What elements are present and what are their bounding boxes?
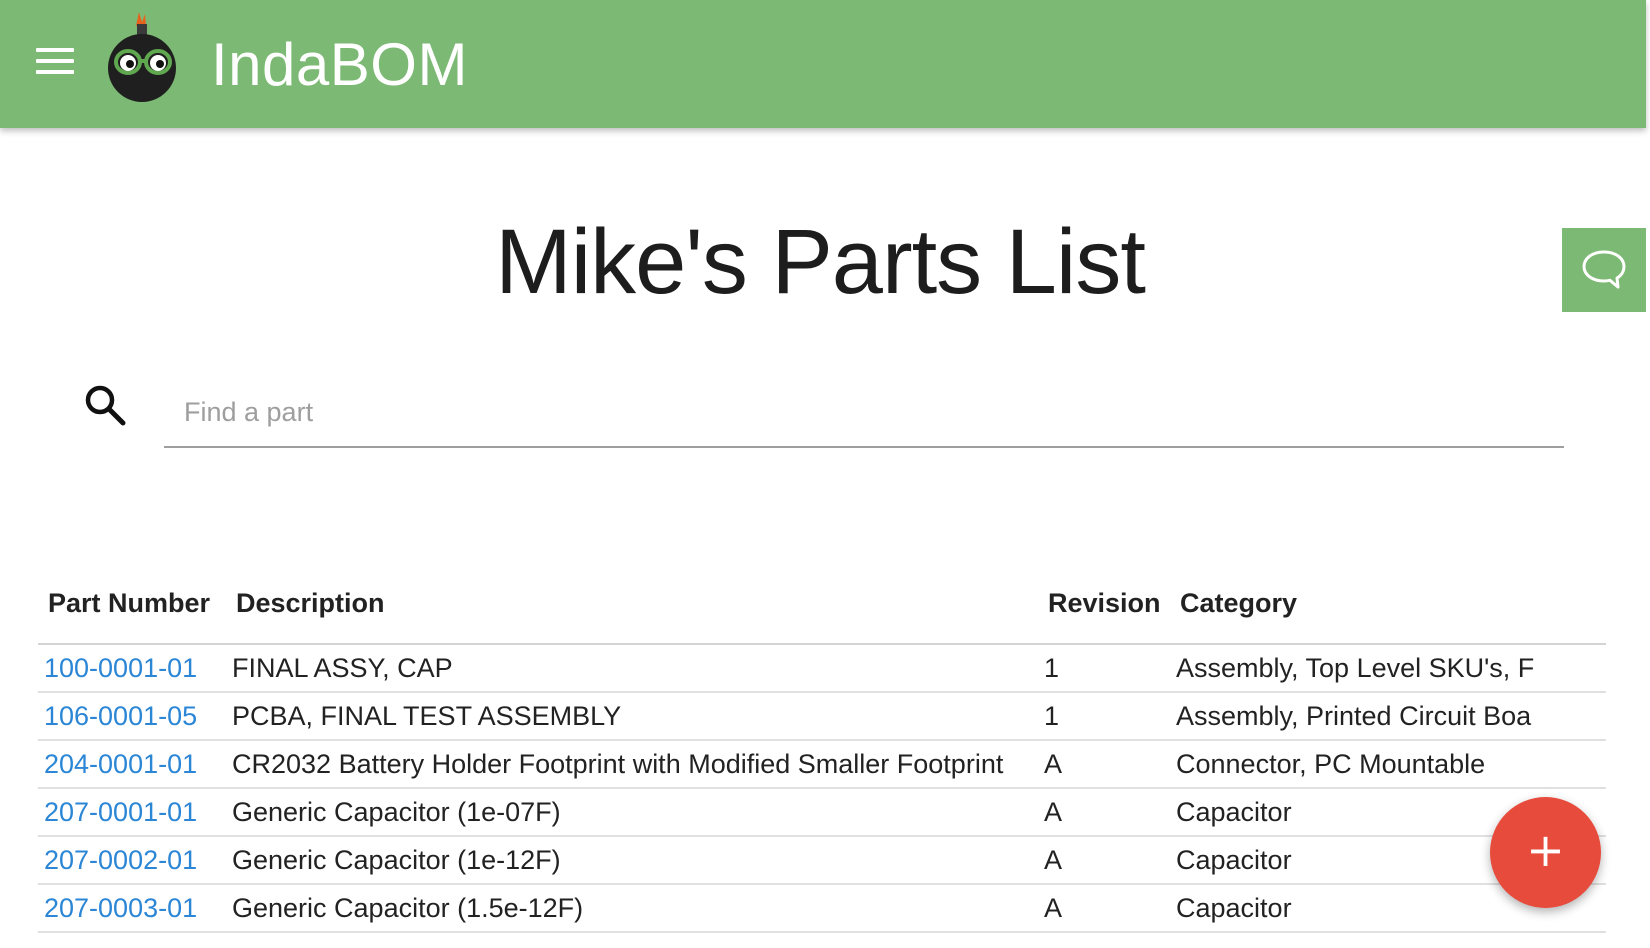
part-description: FINAL ASSY, CAP [226,644,1038,693]
hamburger-menu-icon[interactable] [36,48,76,80]
table-row[interactable]: 207-0002-01 Generic Capacitor (1e-12F) A… [38,836,1606,885]
indabom-logo-icon[interactable] [106,6,190,110]
table-row[interactable]: 100-0001-01 FINAL ASSY, CAP 1 Assembly, … [38,644,1606,693]
search-input[interactable] [164,378,1564,448]
part-revision: 1 [1038,644,1170,693]
part-revision: A [1038,740,1170,789]
part-number-link[interactable]: 207-0003-01 [44,893,197,923]
column-header-category[interactable]: Category [1170,580,1606,645]
chat-bubble-icon [1582,250,1626,289]
part-description: Generic Capacitor (1e-12F) [226,836,1038,885]
part-category: Connector, PC Mountable [1170,740,1606,789]
table-header-row: Part Number Description Revision Categor… [38,580,1606,645]
parts-table: Part Number Description Revision Categor… [38,580,1606,933]
add-part-button[interactable]: + [1490,797,1601,908]
part-description: Generic Capacitor (1.5e-12F) [226,884,1038,933]
table-row[interactable]: 207-0003-01 Generic Capacitor (1.5e-12F)… [38,884,1606,933]
table-row[interactable]: 207-0001-01 Generic Capacitor (1e-07F) A… [38,788,1606,837]
part-revision: A [1038,788,1170,837]
page-title: Mike's Parts List [495,211,1146,313]
part-description: CR2032 Battery Holder Footprint with Mod… [226,740,1038,789]
part-number-link[interactable]: 100-0001-01 [44,653,197,683]
part-category: Assembly, Top Level SKU's, F [1170,644,1606,693]
part-revision: A [1038,884,1170,933]
table-row[interactable]: 204-0001-01 CR2032 Battery Holder Footpr… [38,740,1606,789]
column-header-description[interactable]: Description [226,580,1038,645]
part-number-link[interactable]: 204-0001-01 [44,749,197,779]
part-number-link[interactable]: 106-0001-05 [44,701,197,731]
app-name[interactable]: IndaBOM [211,30,468,99]
part-revision: A [1038,836,1170,885]
part-revision: 1 [1038,692,1170,741]
search-icon [85,385,126,426]
part-category: Assembly, Printed Circuit Boa [1170,692,1606,741]
feedback-button[interactable] [1562,228,1646,312]
part-description: PCBA, FINAL TEST ASSEMBLY [226,692,1038,741]
top-app-bar: IndaBOM [0,0,1646,128]
column-header-revision[interactable]: Revision [1038,580,1170,645]
part-number-link[interactable]: 207-0001-01 [44,797,197,827]
column-header-part-number[interactable]: Part Number [38,580,226,645]
part-description: Generic Capacitor (1e-07F) [226,788,1038,837]
part-number-link[interactable]: 207-0002-01 [44,845,197,875]
table-row[interactable]: 106-0001-05 PCBA, FINAL TEST ASSEMBLY 1 … [38,692,1606,741]
